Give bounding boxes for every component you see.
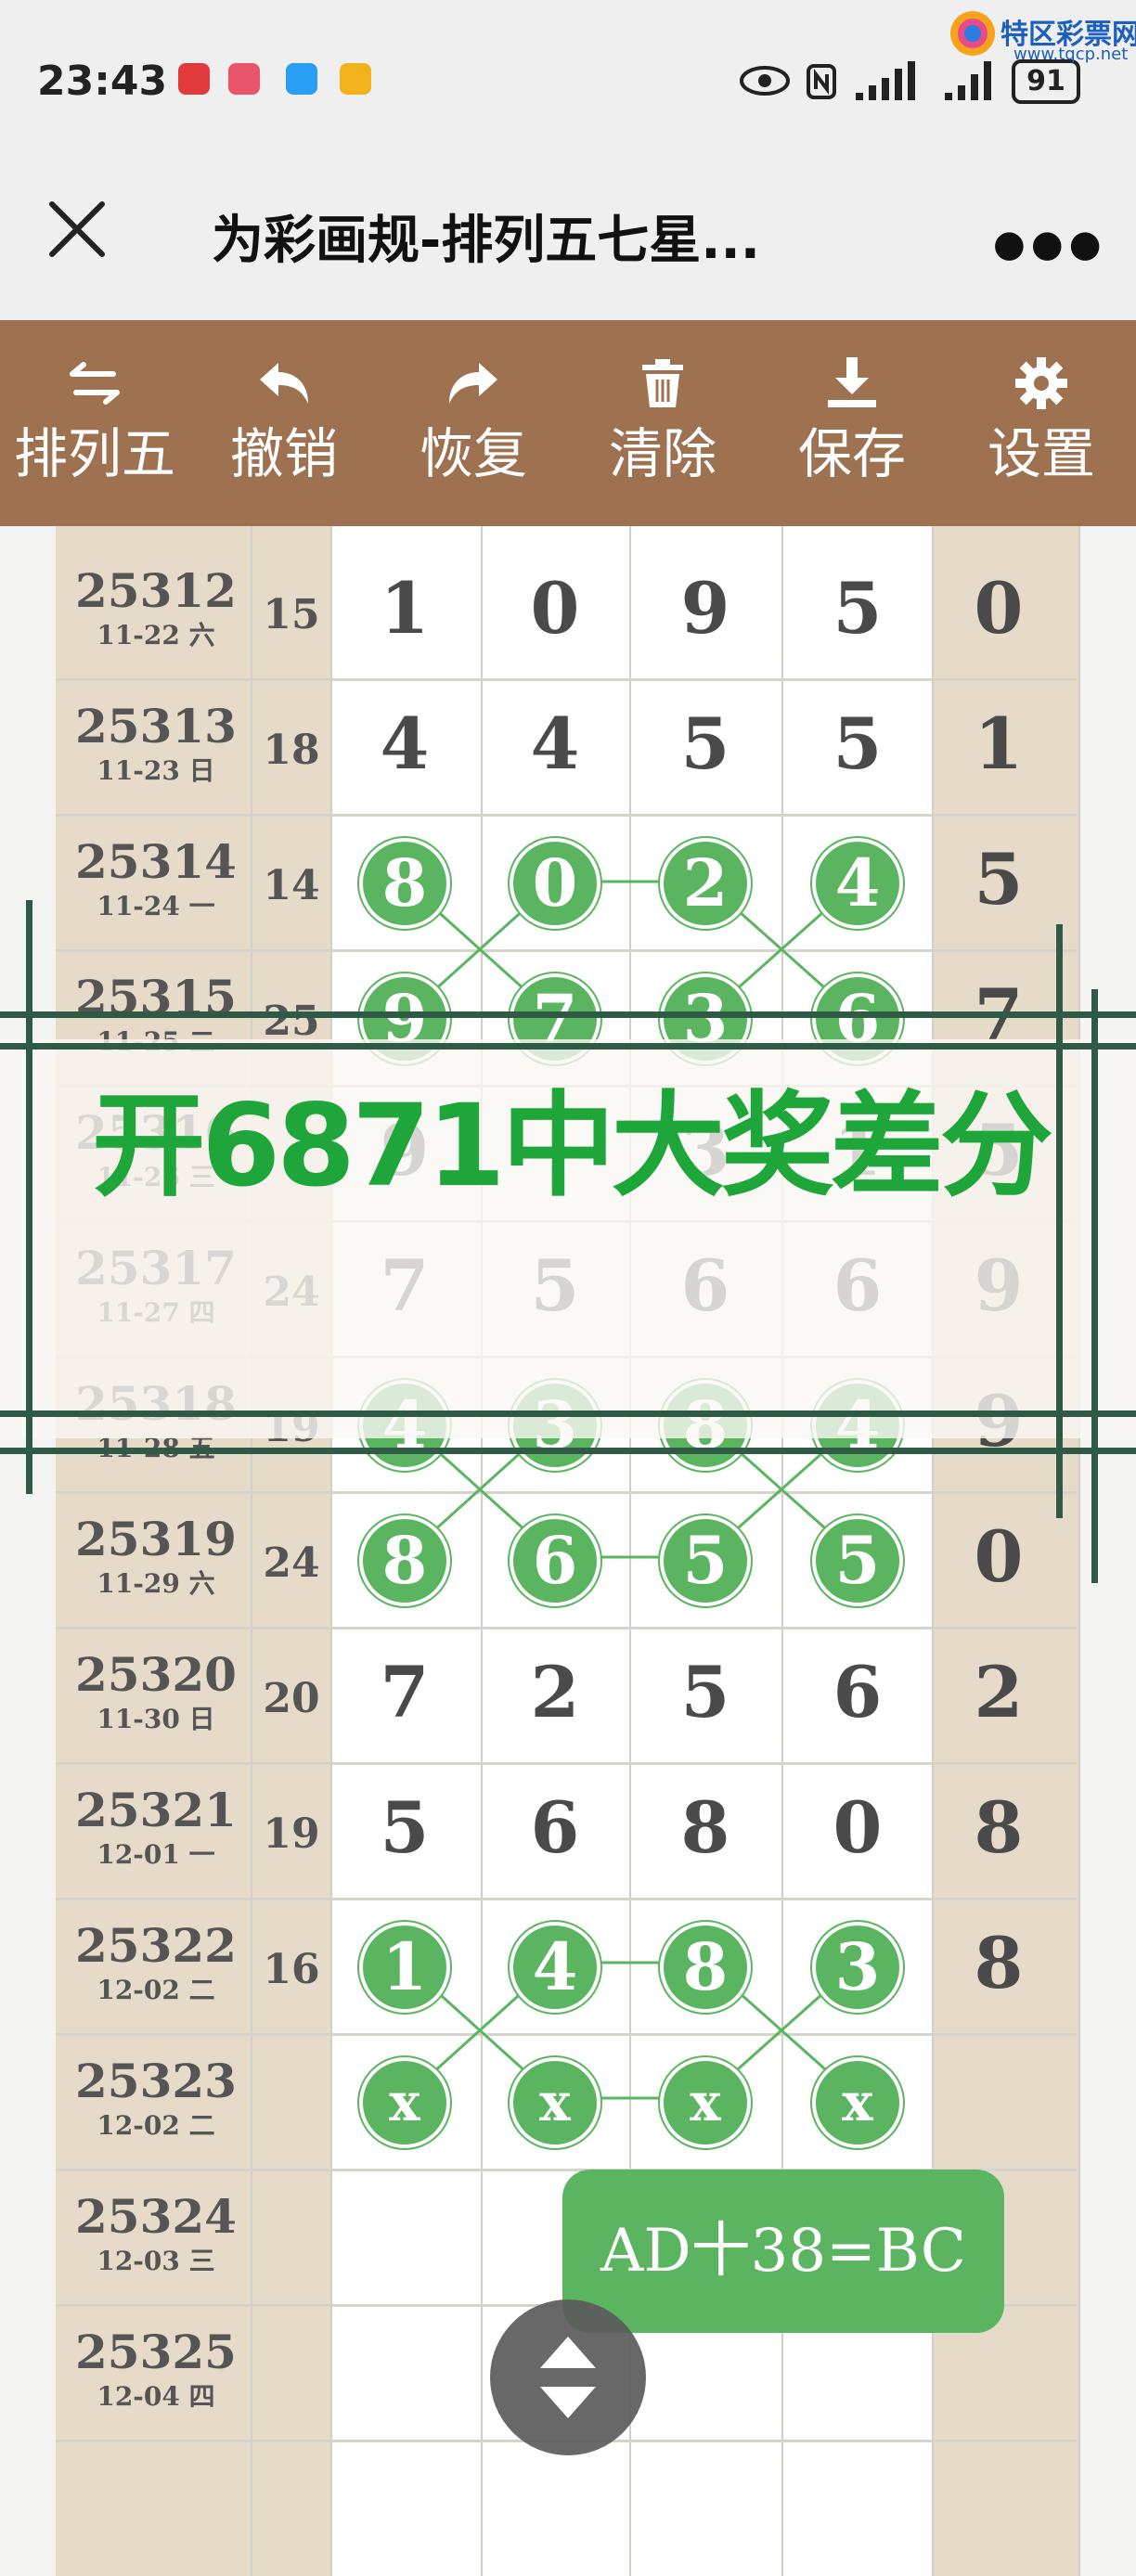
circled-digit[interactable]: 6	[510, 1515, 600, 1606]
overlay-headline: 开6871中大奖差分	[92, 1080, 1053, 1212]
circled-digit[interactable]: 1	[359, 1922, 450, 2013]
circled-digit[interactable]: 0	[510, 838, 600, 929]
circled-digit[interactable]: 8	[359, 838, 450, 929]
overlay-frame-line	[1091, 989, 1098, 1583]
overlay-frame-line	[0, 1410, 1136, 1417]
circled-digit[interactable]: 5	[812, 1515, 903, 1606]
overlay-frame-line	[0, 1011, 1136, 1018]
overlay-frame-line	[1056, 924, 1063, 1518]
circled-digit[interactable]: 4	[812, 838, 903, 929]
scroll-toggle-button[interactable]	[490, 2299, 646, 2455]
circled-digit[interactable]: 4	[510, 1922, 600, 2013]
circled-digit[interactable]: 8	[660, 1922, 751, 2013]
circled-digit[interactable]: 8	[359, 1515, 450, 1606]
circled-digit[interactable]: 2	[660, 838, 751, 929]
circled-digit[interactable]: x	[359, 2057, 450, 2148]
circled-digit[interactable]: x	[510, 2057, 600, 2148]
circled-digit[interactable]: x	[660, 2057, 751, 2148]
circled-digit[interactable]: x	[812, 2057, 903, 2148]
circled-digit[interactable]: 3	[812, 1922, 903, 2013]
up-down-arrows-icon	[540, 2337, 596, 2418]
circled-digit[interactable]: 5	[660, 1515, 751, 1606]
overlay-frame-line	[0, 1043, 1136, 1050]
overlay-frame-line	[26, 900, 32, 1494]
overlay-frame-line	[0, 1448, 1136, 1454]
